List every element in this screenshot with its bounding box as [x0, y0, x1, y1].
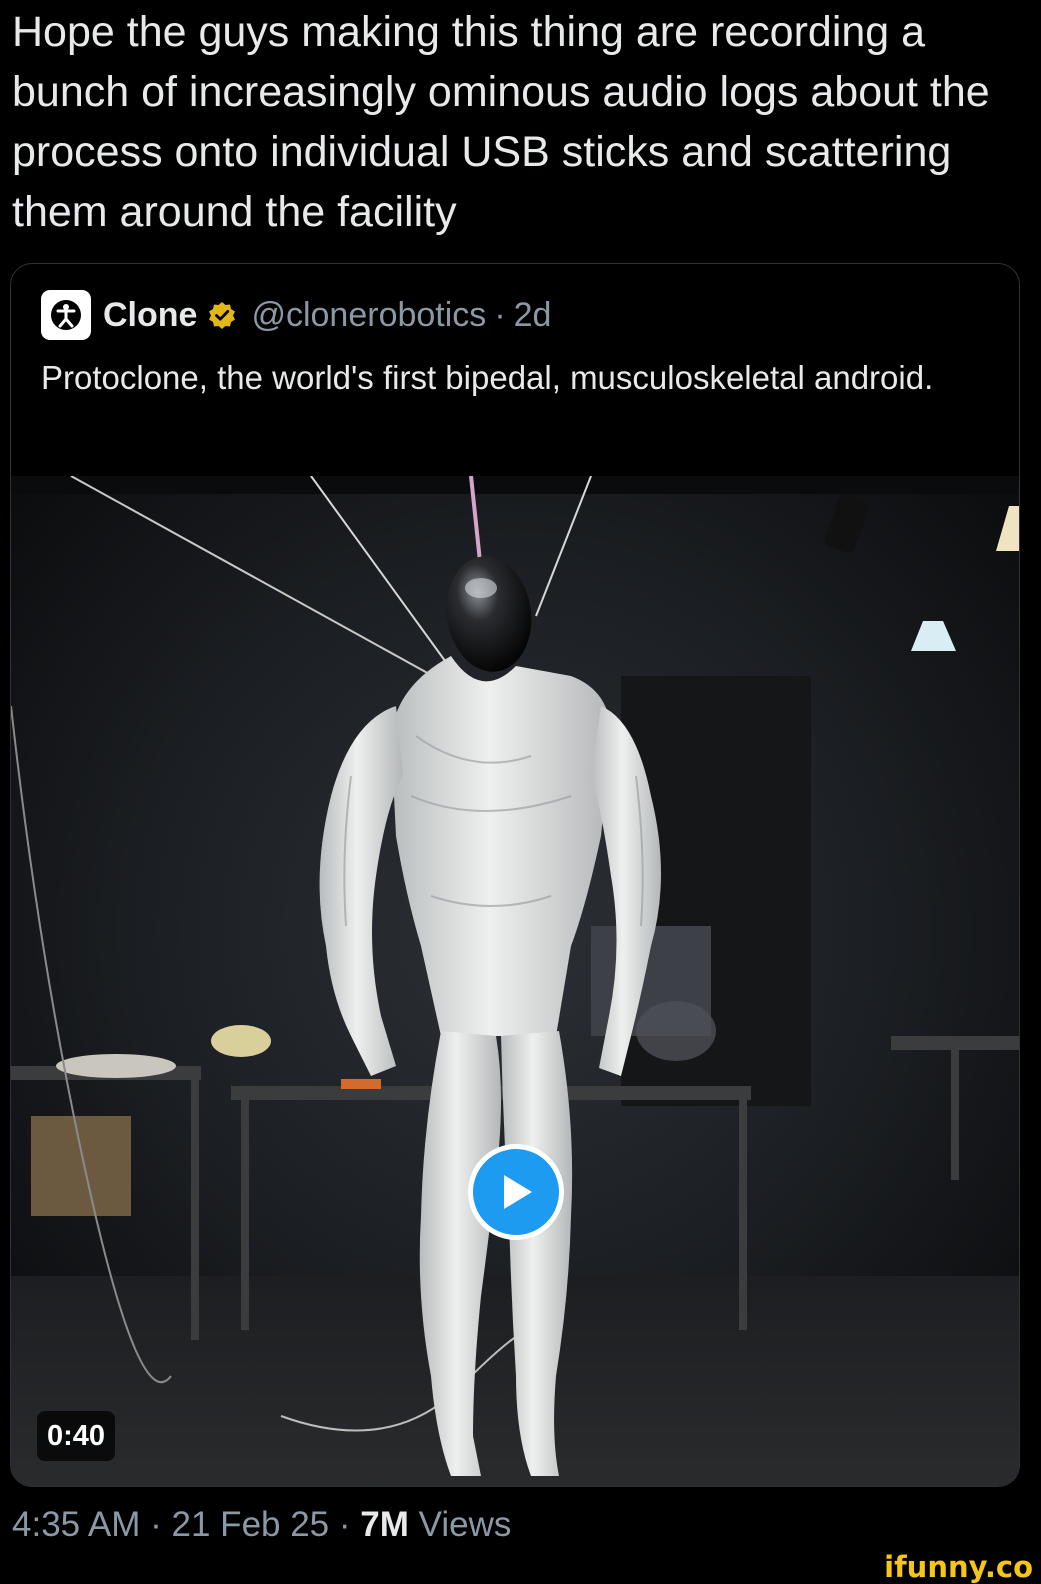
header-separator: ·: [494, 295, 506, 334]
ifunny-watermark: ifunny.co: [884, 1550, 1033, 1584]
meta-separator: ·: [329, 1505, 361, 1544]
author-name[interactable]: Clone: [103, 296, 197, 335]
play-icon: [504, 1175, 532, 1209]
post-time[interactable]: 4:35 AM: [12, 1505, 140, 1544]
post-text: Hope the guys making this thing are reco…: [12, 8, 990, 236]
quoted-tweet-text: Protoclone, the world's first bipedal, m…: [41, 359, 934, 396]
meta-separator: ·: [140, 1505, 172, 1544]
video-frame-image: [11, 476, 1019, 1486]
avatar[interactable]: [41, 290, 91, 340]
video-duration-badge: 0:40: [37, 1411, 116, 1461]
gold-verified-badge-icon: [207, 300, 237, 330]
post-date[interactable]: 21 Feb 25: [172, 1505, 330, 1544]
views-count: 7M: [360, 1505, 409, 1544]
post-age[interactable]: 2d: [514, 296, 552, 335]
author-handle[interactable]: @clonerobotics: [251, 296, 486, 335]
post-meta: 4:35 AM · 21 Feb 25 · 7M Views: [12, 1505, 511, 1545]
video-player[interactable]: 0:40: [11, 476, 1019, 1486]
clone-logo-icon: [51, 300, 81, 330]
views-label: Views: [408, 1505, 512, 1544]
play-button[interactable]: [468, 1144, 564, 1240]
quoted-tweet-card[interactable]: Clone @clonerobotics · 2d Protoclone, th…: [10, 263, 1020, 1487]
quoted-tweet-header: Clone @clonerobotics · 2d: [41, 290, 551, 340]
